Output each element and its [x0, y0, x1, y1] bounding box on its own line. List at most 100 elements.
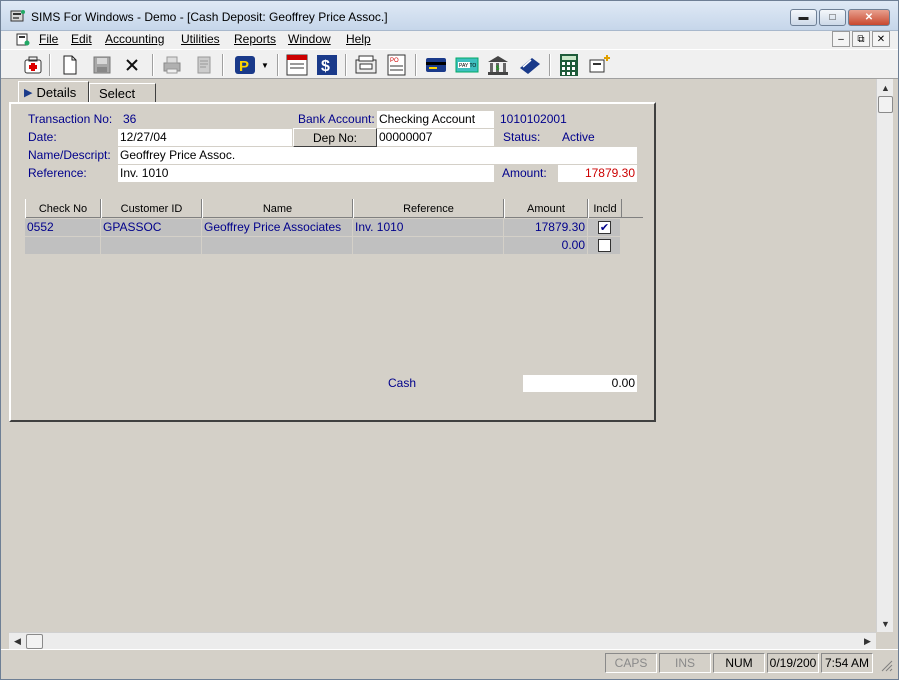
save-button[interactable] — [90, 53, 114, 77]
print-preview-button[interactable] — [192, 53, 216, 77]
child-minimize-button[interactable]: – — [832, 31, 850, 47]
vertical-scroll-thumb[interactable] — [878, 96, 893, 113]
toolbar-separator — [49, 54, 51, 76]
pay-to-check-button[interactable]: PAY TO — [455, 53, 479, 77]
date-value: 12/27/04 — [120, 130, 167, 144]
cell-check-no[interactable] — [25, 237, 101, 254]
column-header-name[interactable]: Name — [202, 199, 353, 218]
amount-value: 17879.30 — [584, 166, 635, 180]
new-document-button[interactable] — [58, 53, 82, 77]
dollar-button[interactable]: $ — [315, 53, 339, 77]
cash-label: Cash — [388, 376, 417, 390]
dep-no-field[interactable]: 00000007 — [377, 129, 494, 146]
bank-icon: $ — [488, 56, 508, 75]
tab-details[interactable]: ▶ Details — [18, 81, 89, 103]
dep-no-value: 00000007 — [379, 130, 433, 144]
close-button[interactable]: ✕ — [848, 9, 890, 26]
bank-account-field[interactable]: Checking Account — [377, 111, 494, 128]
cell-customer-id[interactable] — [101, 237, 202, 254]
scroll-left-arrow-icon[interactable]: ◀ — [9, 633, 26, 650]
checkmark-icon: ✔ — [599, 222, 610, 234]
child-restore-button[interactable]: ⧉ — [852, 31, 870, 47]
scroll-right-arrow-icon[interactable]: ▶ — [859, 633, 876, 650]
include-checkbox[interactable] — [598, 239, 611, 252]
horizontal-scroll-thumb[interactable] — [26, 634, 43, 649]
column-header-reference[interactable]: Reference — [353, 199, 504, 218]
toolbar-separator — [415, 54, 417, 76]
menu-file[interactable]: File — [39, 32, 58, 46]
new-record-button[interactable] — [21, 53, 45, 77]
column-header-amount[interactable]: Amount — [504, 199, 588, 218]
scroll-up-arrow-icon[interactable]: ▲ — [877, 79, 894, 96]
tab-select-label: Select — [99, 85, 136, 101]
cell-incld: ✔ — [588, 219, 621, 236]
menu-help[interactable]: Help — [346, 32, 371, 46]
menu-window[interactable]: Window — [288, 32, 331, 46]
cell-amount[interactable]: 17879.30 — [504, 219, 588, 236]
horizontal-scrollbar[interactable]: ◀ ▶ — [9, 632, 876, 649]
save-icon — [93, 56, 111, 74]
cash-field[interactable]: 0.00 — [523, 375, 637, 392]
cell-name[interactable] — [202, 237, 353, 254]
bank-account-label: Bank Account: — [298, 112, 375, 126]
maximize-button[interactable]: □ — [819, 9, 846, 26]
document-window-icon[interactable] — [16, 33, 30, 47]
cell-customer-id[interactable]: GPASSOC — [101, 219, 202, 236]
include-checkbox[interactable]: ✔ — [598, 221, 611, 234]
reference-field[interactable]: Inv. 1010 — [118, 165, 494, 182]
menu-reports[interactable]: Reports — [234, 32, 276, 46]
credit-card-icon — [426, 58, 446, 72]
menu-utilities[interactable]: Utilities — [181, 32, 220, 46]
print-button[interactable] — [160, 53, 184, 77]
toolbar-separator — [549, 54, 551, 76]
date-field[interactable]: 12/27/04 — [118, 129, 292, 146]
reference-label: Reference: — [28, 166, 87, 180]
payment-icon: P — [235, 56, 256, 75]
deposit-button[interactable] — [518, 53, 542, 77]
scroll-down-arrow-icon[interactable]: ▼ — [877, 615, 894, 632]
menu-utilities-label: Utilities — [181, 32, 220, 46]
resize-grip-icon[interactable] — [879, 658, 893, 675]
cell-name[interactable]: Geoffrey Price Associates — [202, 219, 353, 236]
amount-field[interactable]: 17879.30 — [558, 165, 637, 182]
tab-select[interactable]: Select — [89, 83, 156, 103]
cell-check-no[interactable]: 0552 — [25, 219, 101, 236]
menu-edit[interactable]: Edit — [71, 32, 92, 46]
payment-dropdown-button[interactable]: P ▼ — [231, 53, 271, 77]
child-close-button[interactable]: ✕ — [872, 31, 890, 47]
new-record-icon — [24, 56, 42, 74]
table-row[interactable]: 0.00 — [25, 237, 621, 255]
minimize-button[interactable]: ▬ — [790, 9, 817, 26]
status-label: Status: — [503, 130, 541, 144]
menu-help-label: Help — [346, 32, 371, 46]
register-button[interactable] — [354, 53, 378, 77]
pay-button[interactable] — [588, 53, 612, 77]
cell-reference[interactable] — [353, 237, 504, 254]
credit-card-button[interactable] — [424, 53, 448, 77]
column-header-customer-id[interactable]: Customer ID — [101, 199, 202, 218]
cell-amount[interactable]: 0.00 — [504, 237, 588, 254]
bank-button[interactable]: $ — [486, 53, 510, 77]
tab-details-label: Details — [36, 84, 77, 100]
app-icon — [10, 10, 25, 22]
menu-window-label: Window — [288, 32, 331, 46]
menu-bar: File Edit Accounting Utilities Reports W… — [1, 31, 898, 49]
table-row[interactable]: 0552 GPASSOC Geoffrey Price Associates I… — [25, 219, 621, 237]
name-descript-field[interactable]: Geoffrey Price Assoc. — [118, 147, 637, 164]
vertical-scrollbar[interactable]: ▲ ▼ — [876, 79, 893, 632]
menu-accounting[interactable]: Accounting — [105, 32, 164, 46]
dep-no-button[interactable]: Dep No: — [293, 128, 377, 147]
column-header-incld[interactable]: Incld — [588, 199, 622, 218]
delete-button[interactable] — [120, 53, 144, 77]
delete-icon — [126, 59, 138, 71]
menu-accounting-label: Accounting — [105, 32, 165, 46]
deposit-icon — [520, 58, 540, 74]
toolbar-separator — [152, 54, 154, 76]
column-header-check-no[interactable]: Check No — [25, 199, 101, 218]
register-icon — [355, 55, 377, 74]
play-icon: ▶ — [24, 86, 33, 99]
cell-reference[interactable]: Inv. 1010 — [353, 219, 504, 236]
invoice-button[interactable] — [285, 53, 309, 77]
purchase-order-button[interactable]: PO — [385, 53, 409, 77]
calculator-button[interactable] — [557, 53, 581, 77]
